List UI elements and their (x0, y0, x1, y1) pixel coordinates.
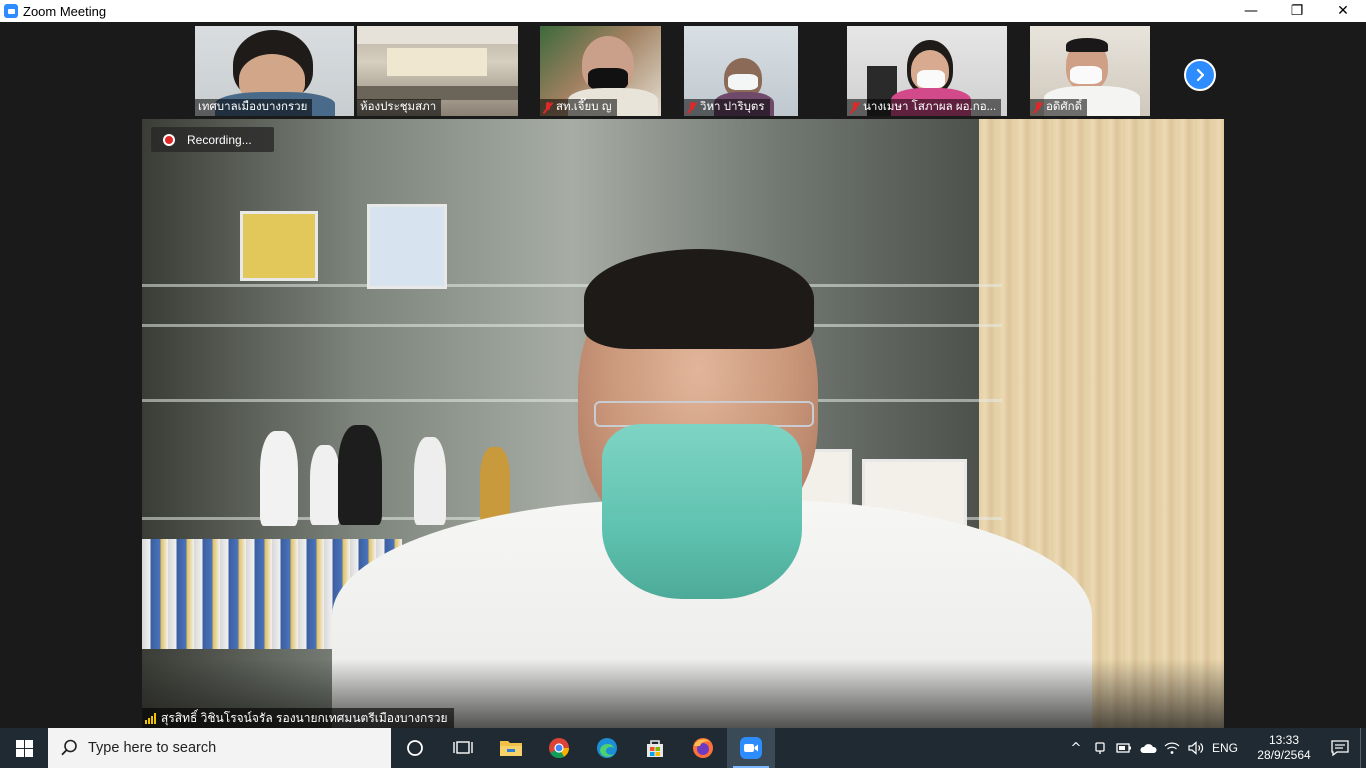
participant-thumbnail[interactable]: เทศบาลเมืองบางกรวย (195, 26, 354, 116)
search-icon (61, 739, 77, 756)
active-speaker-name-label: สุรสิทธิ์ วิชินโรจน์จรัล รองนายกเทศมนตรี… (142, 708, 454, 728)
mic-muted-icon (1033, 101, 1043, 114)
file-explorer-button[interactable] (487, 728, 535, 768)
participant-thumbnail[interactable]: ห้องประชุมสภา (357, 26, 518, 116)
chevron-right-icon (1196, 68, 1205, 82)
input-language-indicator[interactable]: ENG (1212, 741, 1238, 755)
edge-button[interactable] (583, 728, 631, 768)
participant-thumbnail[interactable]: สท.เจี๊ยบ ญ (540, 26, 661, 116)
system-tray: ^ ENG 13:33 28/9/2564 (1064, 728, 1366, 768)
mic-muted-icon (543, 101, 553, 114)
show-desktop-button[interactable] (1360, 728, 1366, 768)
clock-date: 28/9/2564 (1257, 748, 1311, 762)
close-button[interactable]: ✕ (1320, 0, 1366, 22)
record-icon (163, 133, 175, 146)
recording-indicator[interactable]: Recording... (151, 127, 274, 152)
onedrive-cloud-icon[interactable] (1136, 728, 1160, 768)
notification-icon (1331, 740, 1349, 756)
firefox-icon (693, 738, 713, 758)
wifi-icon[interactable] (1160, 728, 1184, 768)
zoom-app-icon (4, 4, 18, 18)
firefox-button[interactable] (679, 728, 727, 768)
windows-logo-icon (15, 739, 33, 757)
cortana-icon (407, 740, 423, 756)
battery-icon[interactable] (1112, 728, 1136, 768)
mic-muted-icon (687, 101, 697, 114)
participant-thumbnail[interactable]: นางเมษา โสภาผล ผอ.กอ... (847, 26, 1007, 116)
participant-name-label: อดิศักดิ์ (1030, 99, 1088, 116)
action-center-button[interactable] (1320, 728, 1360, 768)
participant-thumbnail[interactable]: อดิศักดิ์ (1030, 26, 1150, 116)
microsoft-store-button[interactable] (631, 728, 679, 768)
restore-button[interactable]: ❐ (1274, 0, 1320, 22)
participant-thumbnail[interactable]: วิหา ปาริบุตร (684, 26, 798, 116)
speaker-mask (602, 424, 802, 599)
meeting-area: เทศบาลเมืองบางกรวย ห้องประชุมสภา สท.เจี๊… (0, 22, 1366, 728)
task-view-button[interactable] (439, 728, 487, 768)
folder-icon (500, 741, 522, 756)
window-title: Zoom Meeting (23, 3, 107, 19)
participant-name-label: นางเมษา โสภาผล ผอ.กอ... (847, 99, 1002, 116)
title-bar: Zoom Meeting — ❐ ✕ (0, 0, 1366, 22)
store-icon (647, 740, 663, 757)
next-page-button[interactable] (1184, 59, 1216, 91)
mic-muted-icon (850, 101, 860, 114)
chrome-icon (549, 738, 570, 759)
participant-name-label: สท.เจี๊ยบ ญ (540, 99, 617, 116)
webcam-icon[interactable] (1088, 728, 1112, 768)
window-controls: — ❐ ✕ (1228, 0, 1366, 22)
task-view-icon (453, 741, 473, 754)
zoom-icon (740, 737, 762, 759)
participant-name-label: ห้องประชุมสภา (357, 99, 442, 116)
taskbar-search-box[interactable]: Type here to search (48, 728, 391, 768)
start-button[interactable] (0, 728, 48, 768)
search-placeholder: Type here to search (88, 740, 217, 756)
participant-name-label: วิหา ปาริบุตร (684, 99, 770, 116)
taskbar: Type here to search ^ ENG 13:33 28/9/256… (0, 728, 1366, 768)
speaker-volume-icon[interactable] (1184, 728, 1208, 768)
thumbnail-strip: เทศบาลเมืองบางกรวย ห้องประชุมสภา สท.เจี๊… (0, 26, 1366, 116)
active-speaker-video (142, 119, 1224, 728)
system-clock[interactable]: 13:33 28/9/2564 (1248, 733, 1320, 763)
clock-time: 13:33 (1268, 733, 1300, 747)
cortana-button[interactable] (391, 728, 439, 768)
minimize-button[interactable]: — (1228, 0, 1274, 22)
signal-strength-icon (145, 712, 156, 724)
edge-icon (597, 738, 617, 758)
chevron-up-icon[interactable]: ^ (1064, 728, 1088, 768)
participant-name-label: เทศบาลเมืองบางกรวย (195, 99, 313, 116)
zoom-taskbar-button[interactable] (727, 728, 775, 768)
chrome-button[interactable] (535, 728, 583, 768)
